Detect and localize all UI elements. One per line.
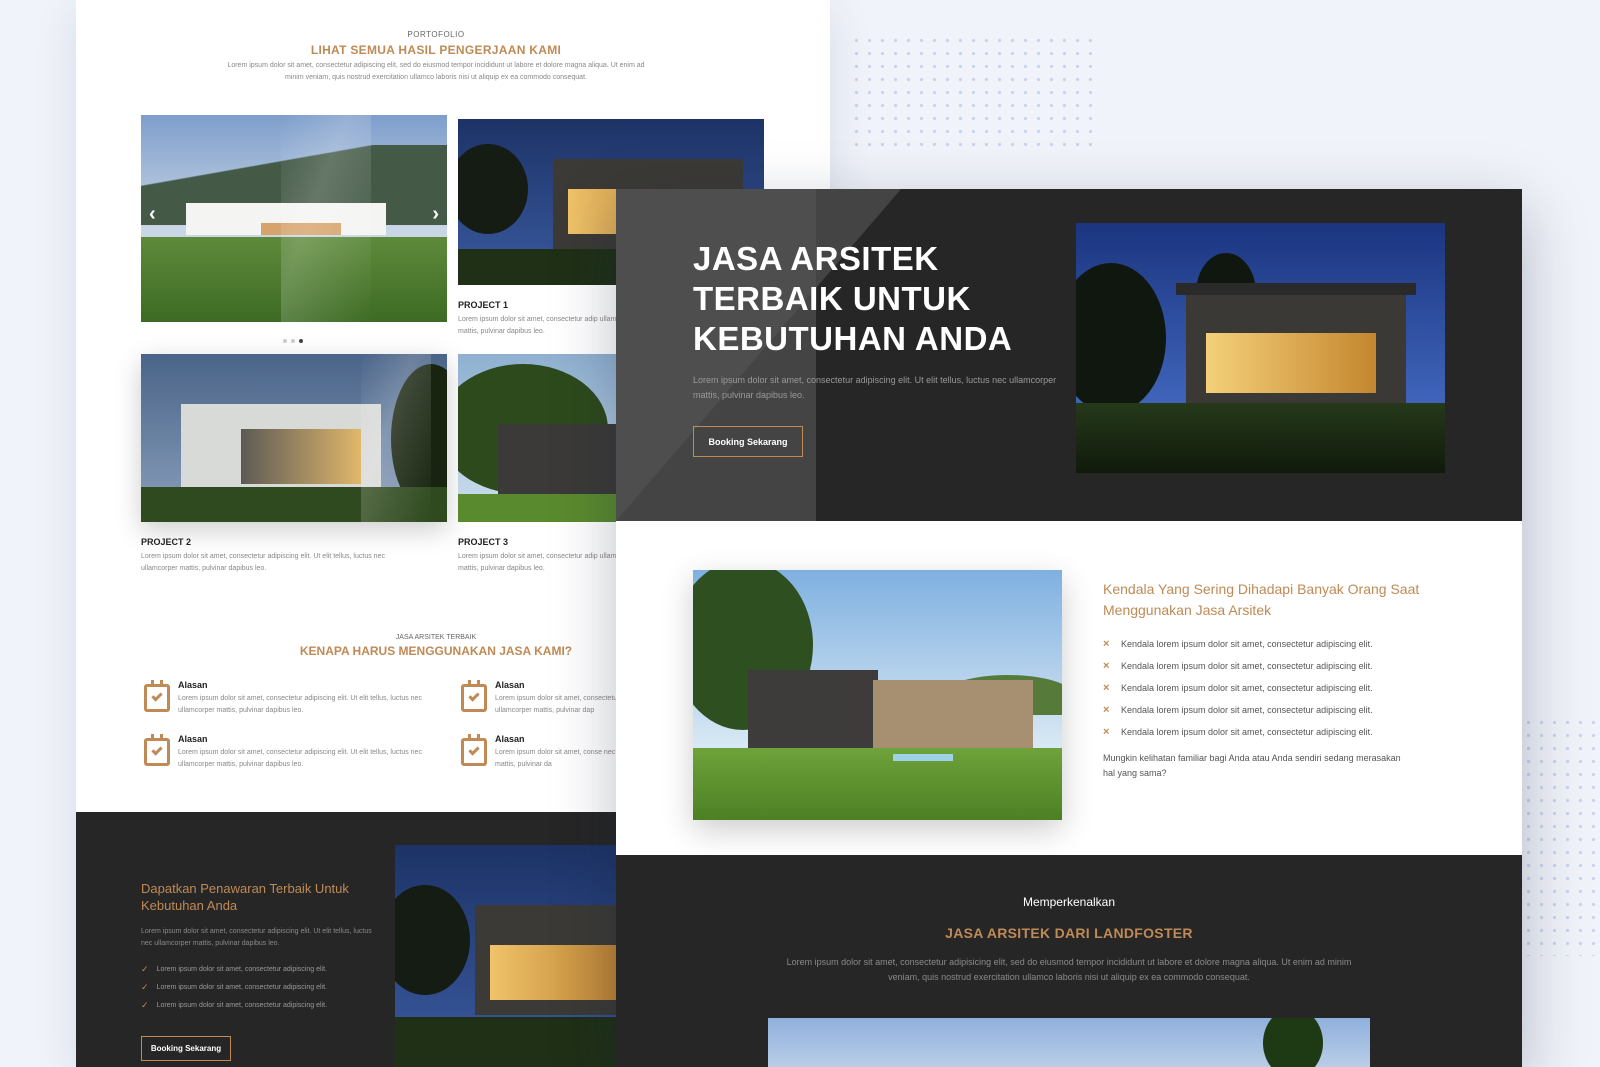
check-icon: ✓ [141,963,149,974]
x-icon: × [1103,726,1110,738]
calendar-check-icon [461,680,487,712]
slider-next-arrow[interactable]: › [432,203,439,226]
problems-content: Kendala Yang Sering Dihadapi Banyak Oran… [1103,579,1458,781]
offer-title: Dapatkan Penawaran Terbaik Untuk Kebutuh… [141,881,349,913]
why-title: KENAPA HARUS MENGGUNAKAN JASA KAMI? [299,644,573,658]
problem-list-item: × Kendala lorem ipsum dolor sit amet, con… [1103,682,1373,694]
hero-section: JASA ARSITEK TERBAIK UNTUK KEBUTUHAN AND… [616,189,1522,521]
problem-list-item: × Kendala lorem ipsum dolor sit amet, con… [1103,726,1373,738]
x-icon: × [1103,682,1110,694]
problems-house-image [693,570,1062,820]
intro-title: JASA ARSITEK DARI LANDFOSTER [945,925,1193,941]
reason-1-title: Alasan [178,680,208,690]
intro-description: Lorem ipsum dolor sit amet, consectetur … [786,957,1352,982]
offer-booking-button[interactable]: Booking Sekarang [141,1036,231,1061]
project-2-description: Lorem ipsum dolor sit amet, consectetur … [141,553,385,572]
slider-prev-arrow[interactable]: ‹ [149,203,156,226]
problem-list-item: × Kendala lorem ipsum dolor sit amet, con… [1103,660,1373,672]
calendar-check-icon [461,734,487,766]
intro-image [768,1018,1370,1067]
offer-list-item: ✓ Lorem ipsum dolor sit amet, consectetur… [141,981,327,992]
reason-3-title: Alasan [178,734,208,744]
intro-eyebrow: Memperkenalkan [1022,895,1116,909]
check-icon: ✓ [141,999,149,1010]
x-icon: × [1103,704,1110,716]
reason-3-description: Lorem ipsum dolor sit amet, consectetur … [178,749,422,768]
project-2-title: PROJECT 2 [141,537,192,547]
hero-title-line: JASA ARSITEK [693,240,939,277]
portfolio-slider-image[interactable]: ‹ › [141,115,447,322]
portfolio-header: PORTOFOLIO LIHAT SEMUA HASIL PENGERJAAN … [216,30,656,84]
hero-title: JASA ARSITEK TERBAIK UNTUK KEBUTUHAN AND… [693,239,1073,359]
problems-list: × Kendala lorem ipsum dolor sit amet, con… [1103,633,1458,743]
why-eyebrow: JASA ARSITEK TERBAIK [395,634,477,641]
hero-house-image [1076,223,1445,473]
reason-1-description: Lorem ipsum dolor sit amet, consectetur … [178,695,422,714]
portfolio-description: Lorem ipsum dolor sit amet, consectetur … [227,62,645,81]
x-icon: × [1103,638,1110,650]
problems-section: Kendala Yang Sering Dihadapi Banyak Oran… [616,521,1522,855]
dot-pattern-right [1522,716,1600,956]
problems-footer: Mungkin kelihatan familiar bagi Anda ata… [1103,753,1401,778]
hero-content: JASA ARSITEK TERBAIK UNTUK KEBUTUHAN AND… [693,239,1073,403]
hero-title-line: KEBUTUHAN ANDA [693,320,1013,357]
problems-title: Kendala Yang Sering Dihadapi Banyak Oran… [1103,581,1420,618]
slider-dots[interactable] [281,330,305,348]
hero-booking-button[interactable]: Booking Sekarang [693,426,803,457]
problem-list-item: × Kendala lorem ipsum dolor sit amet, con… [1103,638,1373,650]
calendar-check-icon [144,680,170,712]
calendar-check-icon [144,734,170,766]
offer-description: Lorem ipsum dolor sit amet, consectetur … [141,928,372,947]
why-header: JASA ARSITEK TERBAIK KENAPA HARUS MENGGU… [216,634,656,658]
project-2-caption: PROJECT 2 Lorem ipsum dolor sit amet, co… [141,537,421,575]
dot-pattern-top [850,34,1094,154]
x-icon: × [1103,660,1110,672]
offer-list-item: ✓ Lorem ipsum dolor sit amet, consectetur… [141,999,327,1010]
portfolio-eyebrow: PORTOFOLIO [407,30,465,39]
hero-title-line: TERBAIK UNTUK [693,280,971,317]
problem-list-item: × Kendala lorem ipsum dolor sit amet, con… [1103,704,1373,716]
intro-section: Memperkenalkan JASA ARSITEK DARI LANDFOS… [616,855,1522,1067]
offer-list: ✓ Lorem ipsum dolor sit amet, consectetur… [141,960,381,1014]
check-icon: ✓ [141,981,149,992]
offer-list-item: ✓ Lorem ipsum dolor sit amet, consectetur… [141,963,327,974]
offer-image [395,845,635,1067]
hero-description: Lorem ipsum dolor sit amet, consectetur … [693,375,1057,400]
front-page-mockup: JASA ARSITEK TERBAIK UNTUK KEBUTUHAN AND… [616,189,1522,1067]
portfolio-title: LIHAT SEMUA HASIL PENGERJAAN KAMI [310,43,562,57]
project-2-image[interactable] [141,354,447,522]
